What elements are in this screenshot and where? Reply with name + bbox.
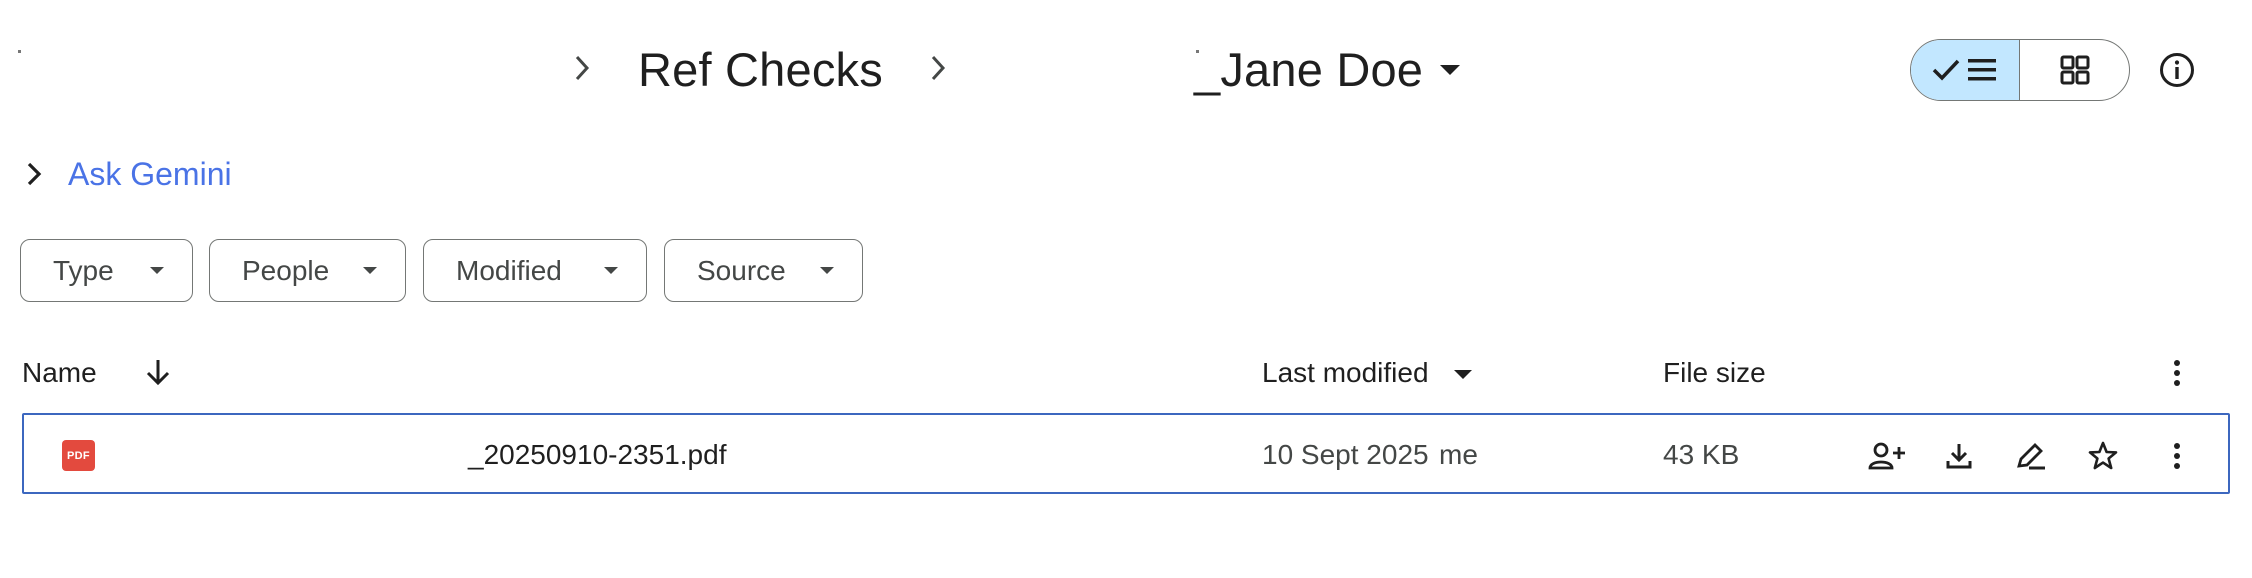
filter-source-label: Source	[697, 254, 786, 286]
breadcrumb-separator-icon	[574, 54, 590, 82]
row-more-actions-button[interactable]	[2157, 436, 2197, 476]
filter-type-chip[interactable]: Type	[20, 239, 193, 302]
check-list-icon	[1932, 59, 1996, 81]
more-vert-icon	[2174, 360, 2180, 386]
filter-modified-label: Modified	[456, 254, 562, 286]
view-toggle	[1910, 39, 2130, 101]
dropdown-caret-icon	[604, 267, 618, 274]
file-name[interactable]: _20250910-2351.pdf	[468, 439, 726, 471]
file-size: 43 KB	[1663, 439, 1740, 470]
filter-people-label: People	[242, 254, 330, 286]
grid-view-button[interactable]	[2020, 40, 2129, 100]
column-header-file-size[interactable]: File size	[1663, 357, 1766, 389]
folder-menu-caret-icon[interactable]	[1439, 64, 1461, 76]
download-icon	[1946, 444, 1972, 469]
sort-direction-arrow-icon[interactable]	[145, 358, 171, 386]
more-vert-icon	[2174, 443, 2180, 469]
list-view-button[interactable]	[1911, 40, 2020, 100]
filter-type-label: Type	[53, 254, 114, 286]
star-button[interactable]	[2083, 436, 2123, 476]
dropdown-caret-icon	[150, 267, 164, 274]
rename-icon	[2017, 443, 2045, 470]
star-icon	[2088, 441, 2118, 470]
modified-by: me	[1439, 439, 1478, 470]
download-button[interactable]	[1939, 436, 1979, 476]
rename-button[interactable]	[2011, 436, 2051, 476]
ask-gemini-label: Ask Gemini	[68, 155, 232, 192]
info-button[interactable]	[2158, 51, 2196, 89]
breadcrumb-current-folder[interactable]: _Jane Doe	[1194, 42, 1423, 97]
breadcrumb-root-mark	[18, 50, 21, 53]
filter-modified-chip[interactable]: Modified	[423, 239, 647, 302]
ask-gemini-toggle[interactable]: Ask Gemini	[26, 152, 232, 196]
chevron-right-icon	[27, 162, 42, 186]
breadcrumb-separator-icon	[930, 54, 946, 82]
dropdown-caret-icon	[820, 267, 834, 274]
filter-people-chip[interactable]: People	[209, 239, 406, 302]
column-options-button[interactable]	[2166, 358, 2188, 388]
column-header-name[interactable]: Name	[22, 357, 97, 389]
filter-source-chip[interactable]: Source	[664, 239, 863, 302]
dropdown-caret-icon	[363, 267, 377, 274]
column-header-last-modified[interactable]: Last modified	[1262, 357, 1429, 389]
breadcrumb-parent[interactable]: Ref Checks	[638, 42, 883, 97]
info-icon	[2160, 53, 2194, 87]
pdf-file-icon: PDF	[62, 440, 95, 471]
share-icon	[1868, 442, 1905, 470]
modified-date: 10 Sept 2025	[1262, 439, 1429, 470]
grid-icon	[2060, 55, 2089, 85]
sort-caret-icon[interactable]	[1453, 369, 1473, 380]
share-button[interactable]	[1867, 436, 1907, 476]
